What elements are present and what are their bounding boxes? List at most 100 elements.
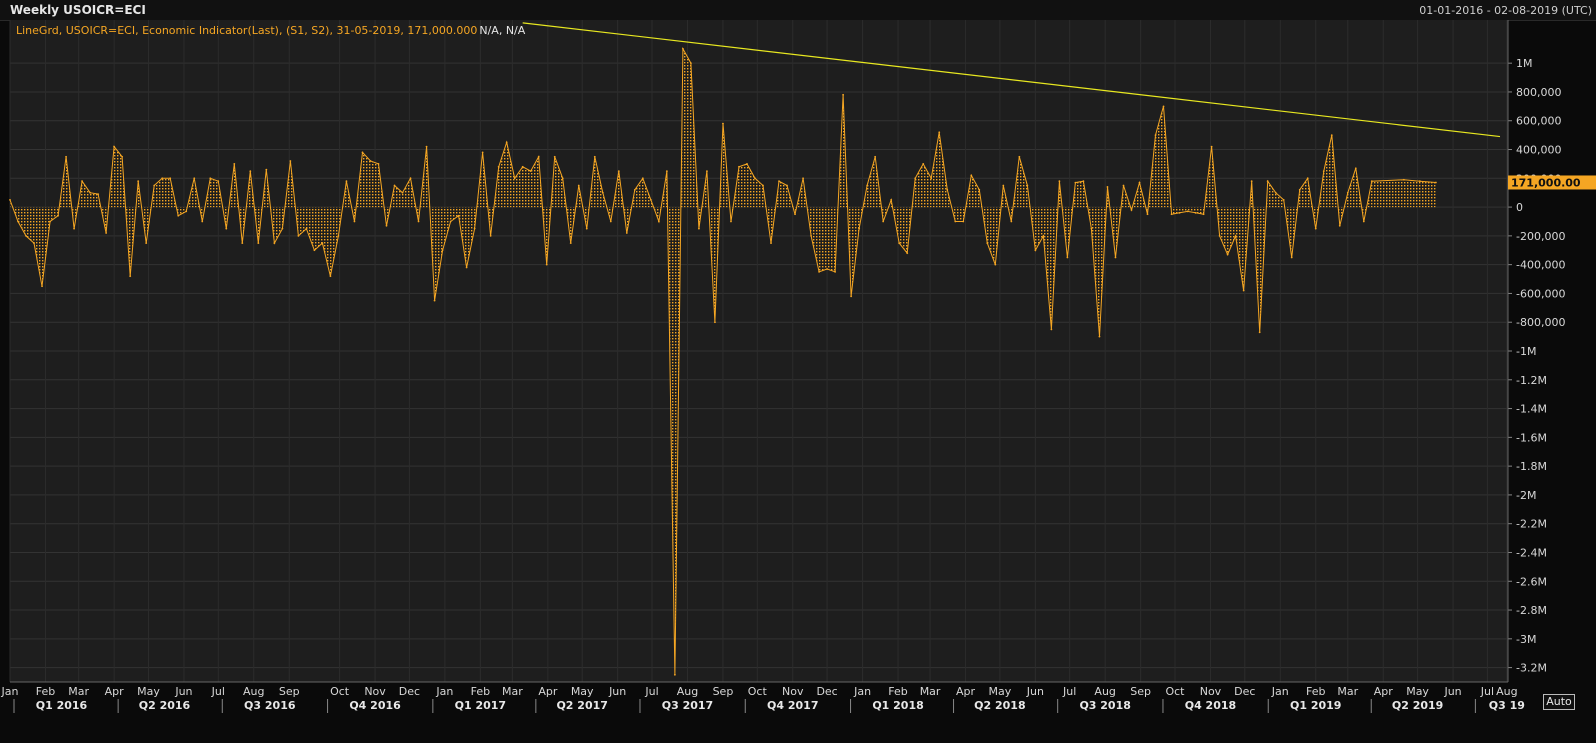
- data-point: [1210, 145, 1213, 148]
- data-point: [217, 180, 220, 183]
- data-point: [786, 184, 788, 187]
- data-point: [161, 177, 164, 180]
- data-point: [978, 188, 981, 191]
- data-point: [169, 177, 172, 180]
- data-point: [866, 184, 869, 187]
- data-point: [1082, 180, 1085, 183]
- data-point: [577, 184, 580, 187]
- data-point: [1146, 213, 1149, 216]
- x-quarter-label: Q3 19: [1489, 699, 1525, 712]
- x-month-label: Dec: [1234, 685, 1255, 698]
- x-quarter-label: Q1 2019: [1290, 699, 1341, 712]
- data-point: [441, 249, 444, 252]
- x-quarter-label: Q3 2018: [1079, 699, 1130, 712]
- data-point: [497, 165, 500, 168]
- data-point: [738, 165, 740, 168]
- data-point: [249, 170, 252, 173]
- x-month-label: Aug: [677, 685, 698, 698]
- data-point: [826, 268, 828, 270]
- x-month-label: Mar: [920, 685, 941, 698]
- x-axis: Jan Feb Mar Apr May Jun Jul Aug Sep Oct Nov Dec Jan F…: [1, 681, 1525, 713]
- data-point: [153, 184, 156, 187]
- data-point: [281, 227, 284, 230]
- data-point: [690, 62, 692, 65]
- date-range[interactable]: 01-01-2016 - 02-08-2019 (UTC): [1419, 4, 1592, 17]
- data-point: [858, 227, 861, 230]
- data-point: [962, 220, 965, 223]
- data-point: [505, 141, 508, 144]
- y-tick-label: -800,000: [1516, 316, 1565, 329]
- data-point: [537, 155, 540, 158]
- x-quarter-label: Q2 2018: [974, 699, 1025, 712]
- x-month-label: Nov: [1200, 685, 1222, 698]
- data-point: [385, 224, 388, 227]
- last-value: 171,000.00: [1511, 176, 1581, 189]
- data-point: [633, 188, 636, 191]
- data-point: [1034, 249, 1037, 252]
- data-point: [1346, 191, 1349, 194]
- data-point: [625, 232, 628, 234]
- x-month-label: Jun: [1443, 685, 1461, 698]
- data-point: [313, 249, 316, 252]
- data-point: [1290, 256, 1293, 259]
- data-point: [265, 168, 268, 171]
- data-point: [778, 180, 780, 183]
- data-point: [1234, 234, 1237, 237]
- chart-window: Weekly USOICR=ECI 01-01-2016 - 02-08-201…: [0, 0, 1596, 743]
- data-point: [706, 170, 708, 173]
- data-point: [17, 220, 19, 223]
- x-month-label: Apr: [956, 685, 976, 698]
- x-month-label: May: [1406, 685, 1429, 698]
- data-point: [1242, 289, 1245, 292]
- data-point: [649, 198, 652, 201]
- x-month-label: Sep: [713, 685, 734, 698]
- x-month-label: Jun: [174, 685, 192, 698]
- x-month-label: Apr: [538, 685, 558, 698]
- data-point: [473, 227, 476, 230]
- x-quarter-label: Q4 2018: [1185, 699, 1236, 712]
- data-point: [818, 270, 820, 273]
- data-point: [137, 180, 140, 183]
- y-tick-label: -2.6M: [1516, 575, 1547, 588]
- data-point: [361, 151, 364, 154]
- data-point: [1354, 167, 1357, 170]
- chart-canvas[interactable]: 1M800,000600,000400,000200,0000-200,000-…: [0, 20, 1596, 743]
- x-month-label: Jan: [853, 685, 871, 698]
- y-tick-label: 600,000: [1516, 115, 1562, 128]
- x-month-label: Jul: [1062, 685, 1076, 698]
- data-point: [1282, 198, 1285, 201]
- data-point: [754, 177, 756, 180]
- data-point: [57, 214, 59, 217]
- data-point: [914, 177, 917, 180]
- data-point: [105, 232, 108, 234]
- data-point: [465, 266, 468, 269]
- auto-scale-button[interactable]: Auto: [1543, 694, 1575, 710]
- data-point: [986, 242, 989, 244]
- data-point: [449, 220, 452, 223]
- data-point: [529, 170, 532, 173]
- y-tick-label: -600,000: [1516, 287, 1565, 300]
- y-tick-label: 0: [1516, 201, 1523, 214]
- data-point: [1202, 213, 1205, 216]
- data-point: [898, 242, 901, 244]
- data-point: [425, 145, 428, 148]
- y-tick-label: -1.6M: [1516, 431, 1547, 444]
- data-point: [545, 263, 548, 266]
- data-point: [946, 188, 949, 191]
- data-point: [593, 155, 596, 158]
- data-point: [922, 163, 925, 165]
- x-quarter-label: Q3 2016: [244, 699, 296, 712]
- data-point: [1194, 211, 1197, 214]
- legend-series[interactable]: LineGrd, USOICR=ECI, Economic Indicator(…: [16, 24, 477, 37]
- y-tick-label: -1.8M: [1516, 460, 1547, 473]
- legend-extra: N/A, N/A: [479, 24, 525, 37]
- x-month-label: Mar: [1337, 685, 1358, 698]
- data-point: [433, 299, 436, 302]
- x-month-label: Aug: [243, 685, 264, 698]
- data-point: [1114, 256, 1117, 259]
- y-tick-label: -200,000: [1516, 230, 1565, 243]
- data-point: [1250, 180, 1253, 183]
- x-month-label: Aug: [1094, 685, 1115, 698]
- data-point: [641, 177, 644, 180]
- data-point: [297, 234, 300, 237]
